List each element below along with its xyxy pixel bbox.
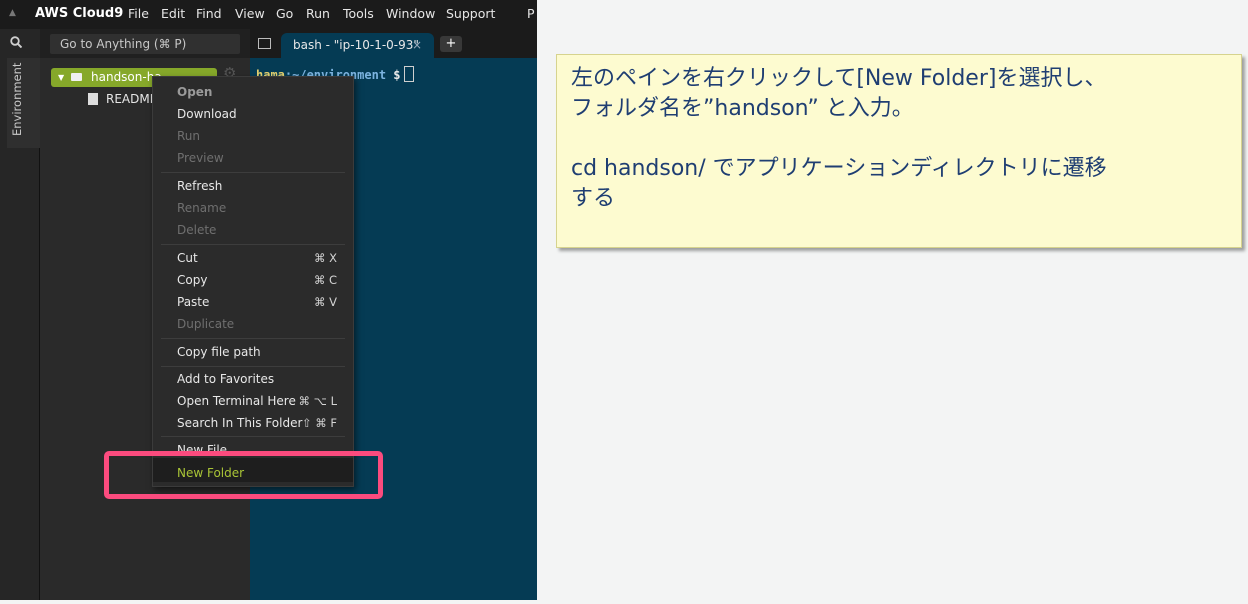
terminal-scrolled-line: ▔▔▔▔▔▔▔▔▔▔▔▔▔▔▔▔▔▔▔▔▔▔▔▔▔▔▔▔▔▔▔▔▔▔▔▔▔▔▔▔ [256, 57, 497, 63]
menu-preview[interactable]: P [527, 6, 535, 21]
menu-item-run: Run [177, 129, 201, 143]
folder-icon [71, 73, 82, 81]
collapse-menu-icon[interactable]: ▲ [9, 8, 16, 18]
highlight-box [104, 451, 383, 499]
menu-separator [161, 436, 345, 437]
close-tab-icon[interactable]: × [412, 33, 422, 58]
menu-separator [161, 172, 345, 173]
annotation-note: 左のペインを右クリックして[New Folder]を選択し、 フォルダ名を”ha… [556, 54, 1242, 248]
file-icon [88, 93, 98, 105]
note-line-1: 左のペインを右クリックして[New Folder]を選択し、 [571, 66, 1107, 91]
note-line-3: cd handson/ でアプリケーションディレクトリに遷移 [571, 156, 1107, 181]
prompt-symbol: $ [393, 68, 401, 82]
menu-item-copy-file-path[interactable]: Copy file path [177, 345, 261, 359]
menu-view[interactable]: View [235, 6, 265, 21]
tree-file-readme[interactable]: README [88, 92, 157, 106]
note-line-2: フォルダ名を”handson” と入力。 [571, 96, 914, 121]
menu-separator [161, 338, 345, 339]
menu-item-delete: Delete [177, 223, 217, 237]
context-menu: Open Download Run Preview Refresh Rename… [152, 76, 354, 487]
cloud9-ide: ▲ AWS Cloud9 File Edit Find View Go Run … [0, 0, 537, 600]
expand-triangle-icon[interactable]: ▼ [58, 68, 64, 87]
new-tab-button[interactable]: + [440, 36, 462, 52]
tab-list-icon[interactable] [258, 38, 271, 49]
menu-item-search-in-folder[interactable]: Search In This Folder [177, 416, 302, 430]
menu-item-add-to-favorites[interactable]: Add to Favorites [177, 372, 274, 386]
menu-item-cut[interactable]: Cut [177, 251, 198, 265]
menu-shortcut-cut: ⌘ X [313, 251, 337, 265]
environment-tab[interactable]: Environment [7, 58, 40, 148]
app-brand[interactable]: AWS Cloud9 [35, 6, 123, 21]
menu-item-preview: Preview [177, 151, 224, 165]
menu-shortcut-paste: ⌘ V [313, 295, 337, 309]
menu-item-copy[interactable]: Copy [177, 273, 207, 287]
menu-file[interactable]: File [128, 6, 149, 21]
terminal-tab[interactable]: bash - "ip-10-1-0-93" × [281, 33, 434, 58]
environment-tab-label: Environment [10, 62, 24, 136]
menu-support[interactable]: Support [446, 6, 495, 21]
note-line-4: する [571, 186, 616, 211]
menu-shortcut-copy: ⌘ C [313, 273, 337, 287]
menu-shortcut-search-in-folder: ⇧ ⌘ F [301, 416, 337, 430]
menu-find[interactable]: Find [196, 6, 222, 21]
menu-separator [161, 244, 345, 245]
terminal-tab-title: bash - "ip-10-1-0-93" [293, 38, 419, 52]
menu-bar: ▲ AWS Cloud9 File Edit Find View Go Run … [0, 0, 537, 29]
menu-separator [161, 366, 345, 367]
menu-window[interactable]: Window [386, 6, 435, 21]
search-icon[interactable] [10, 36, 22, 48]
menu-run[interactable]: Run [306, 6, 330, 21]
terminal-cursor [403, 66, 414, 82]
tree-file-label: README [106, 92, 158, 106]
menu-edit[interactable]: Edit [161, 6, 185, 21]
menu-item-open[interactable]: Open [177, 85, 212, 99]
menu-tools[interactable]: Tools [343, 6, 374, 21]
menu-go[interactable]: Go [276, 6, 293, 21]
menu-item-rename: Rename [177, 201, 227, 215]
menu-item-duplicate: Duplicate [177, 317, 235, 331]
menu-shortcut-open-terminal: ⌘ ⌥ L [298, 394, 337, 408]
note-spacer [571, 124, 1227, 154]
go-to-anything-input[interactable]: Go to Anything (⌘ P) [50, 34, 240, 54]
menu-item-paste[interactable]: Paste [177, 295, 209, 309]
menu-item-open-terminal-here[interactable]: Open Terminal Here [177, 394, 296, 408]
menu-item-refresh[interactable]: Refresh [177, 179, 222, 193]
menu-item-download[interactable]: Download [177, 107, 237, 121]
